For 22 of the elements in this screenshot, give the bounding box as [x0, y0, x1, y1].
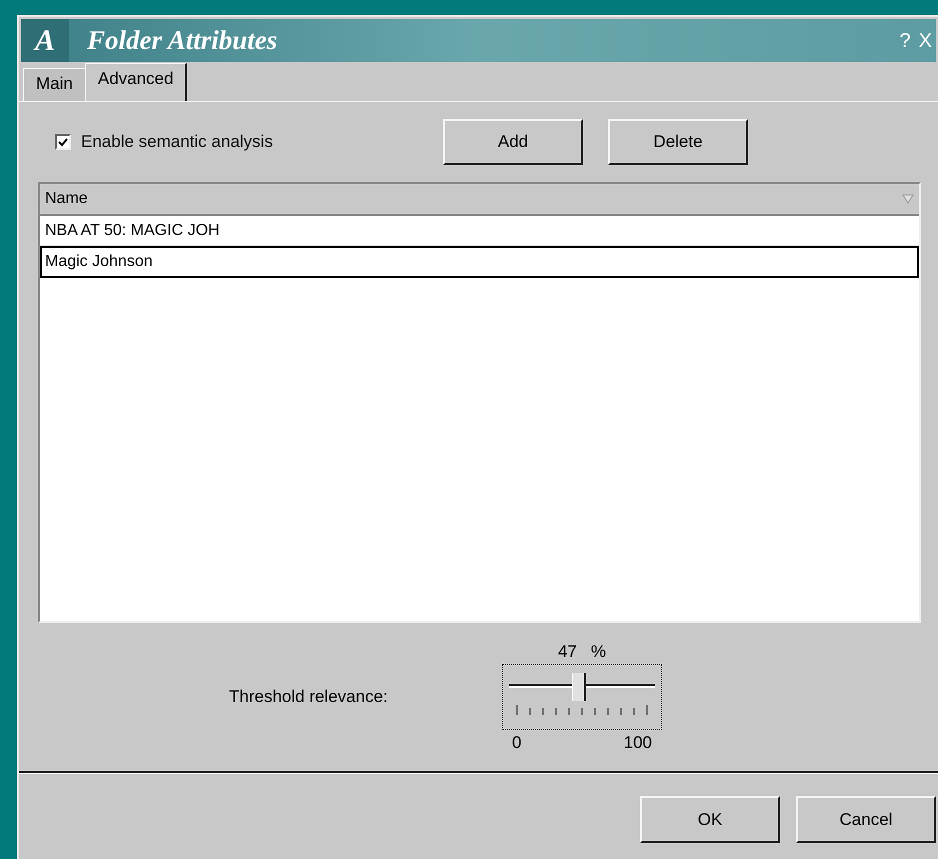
checkbox-label: Enable semantic analysis	[81, 131, 273, 154]
tab[interactable]: Advanced	[84, 63, 188, 101]
checkbox[interactable]	[55, 134, 71, 150]
list-row[interactable]: NBA AT 50: MAGIC JOH	[40, 216, 919, 246]
tab[interactable]: Main	[23, 68, 85, 101]
window-title: Folder Attributes	[87, 24, 278, 58]
percent-unit: %	[590, 640, 606, 662]
dialog-button[interactable]: OK	[640, 796, 780, 843]
check-icon	[58, 138, 68, 146]
slider-thumb[interactable]	[572, 673, 586, 701]
action-button[interactable]: Add	[443, 119, 583, 165]
threshold-label: Threshold relevance:	[229, 686, 389, 708]
dialog-button[interactable]: Cancel	[796, 796, 936, 843]
threshold-value: 47	[558, 640, 577, 662]
action-button[interactable]: Delete	[608, 119, 748, 165]
app-logo: A	[21, 19, 69, 62]
min-label: 0	[512, 732, 522, 754]
column-header[interactable]: Name	[40, 184, 919, 216]
sort-icon	[902, 194, 914, 204]
list-row[interactable]: Magic Johnson	[40, 246, 919, 278]
max-label: 100	[624, 732, 652, 754]
threshold-slider[interactable]	[502, 664, 662, 730]
